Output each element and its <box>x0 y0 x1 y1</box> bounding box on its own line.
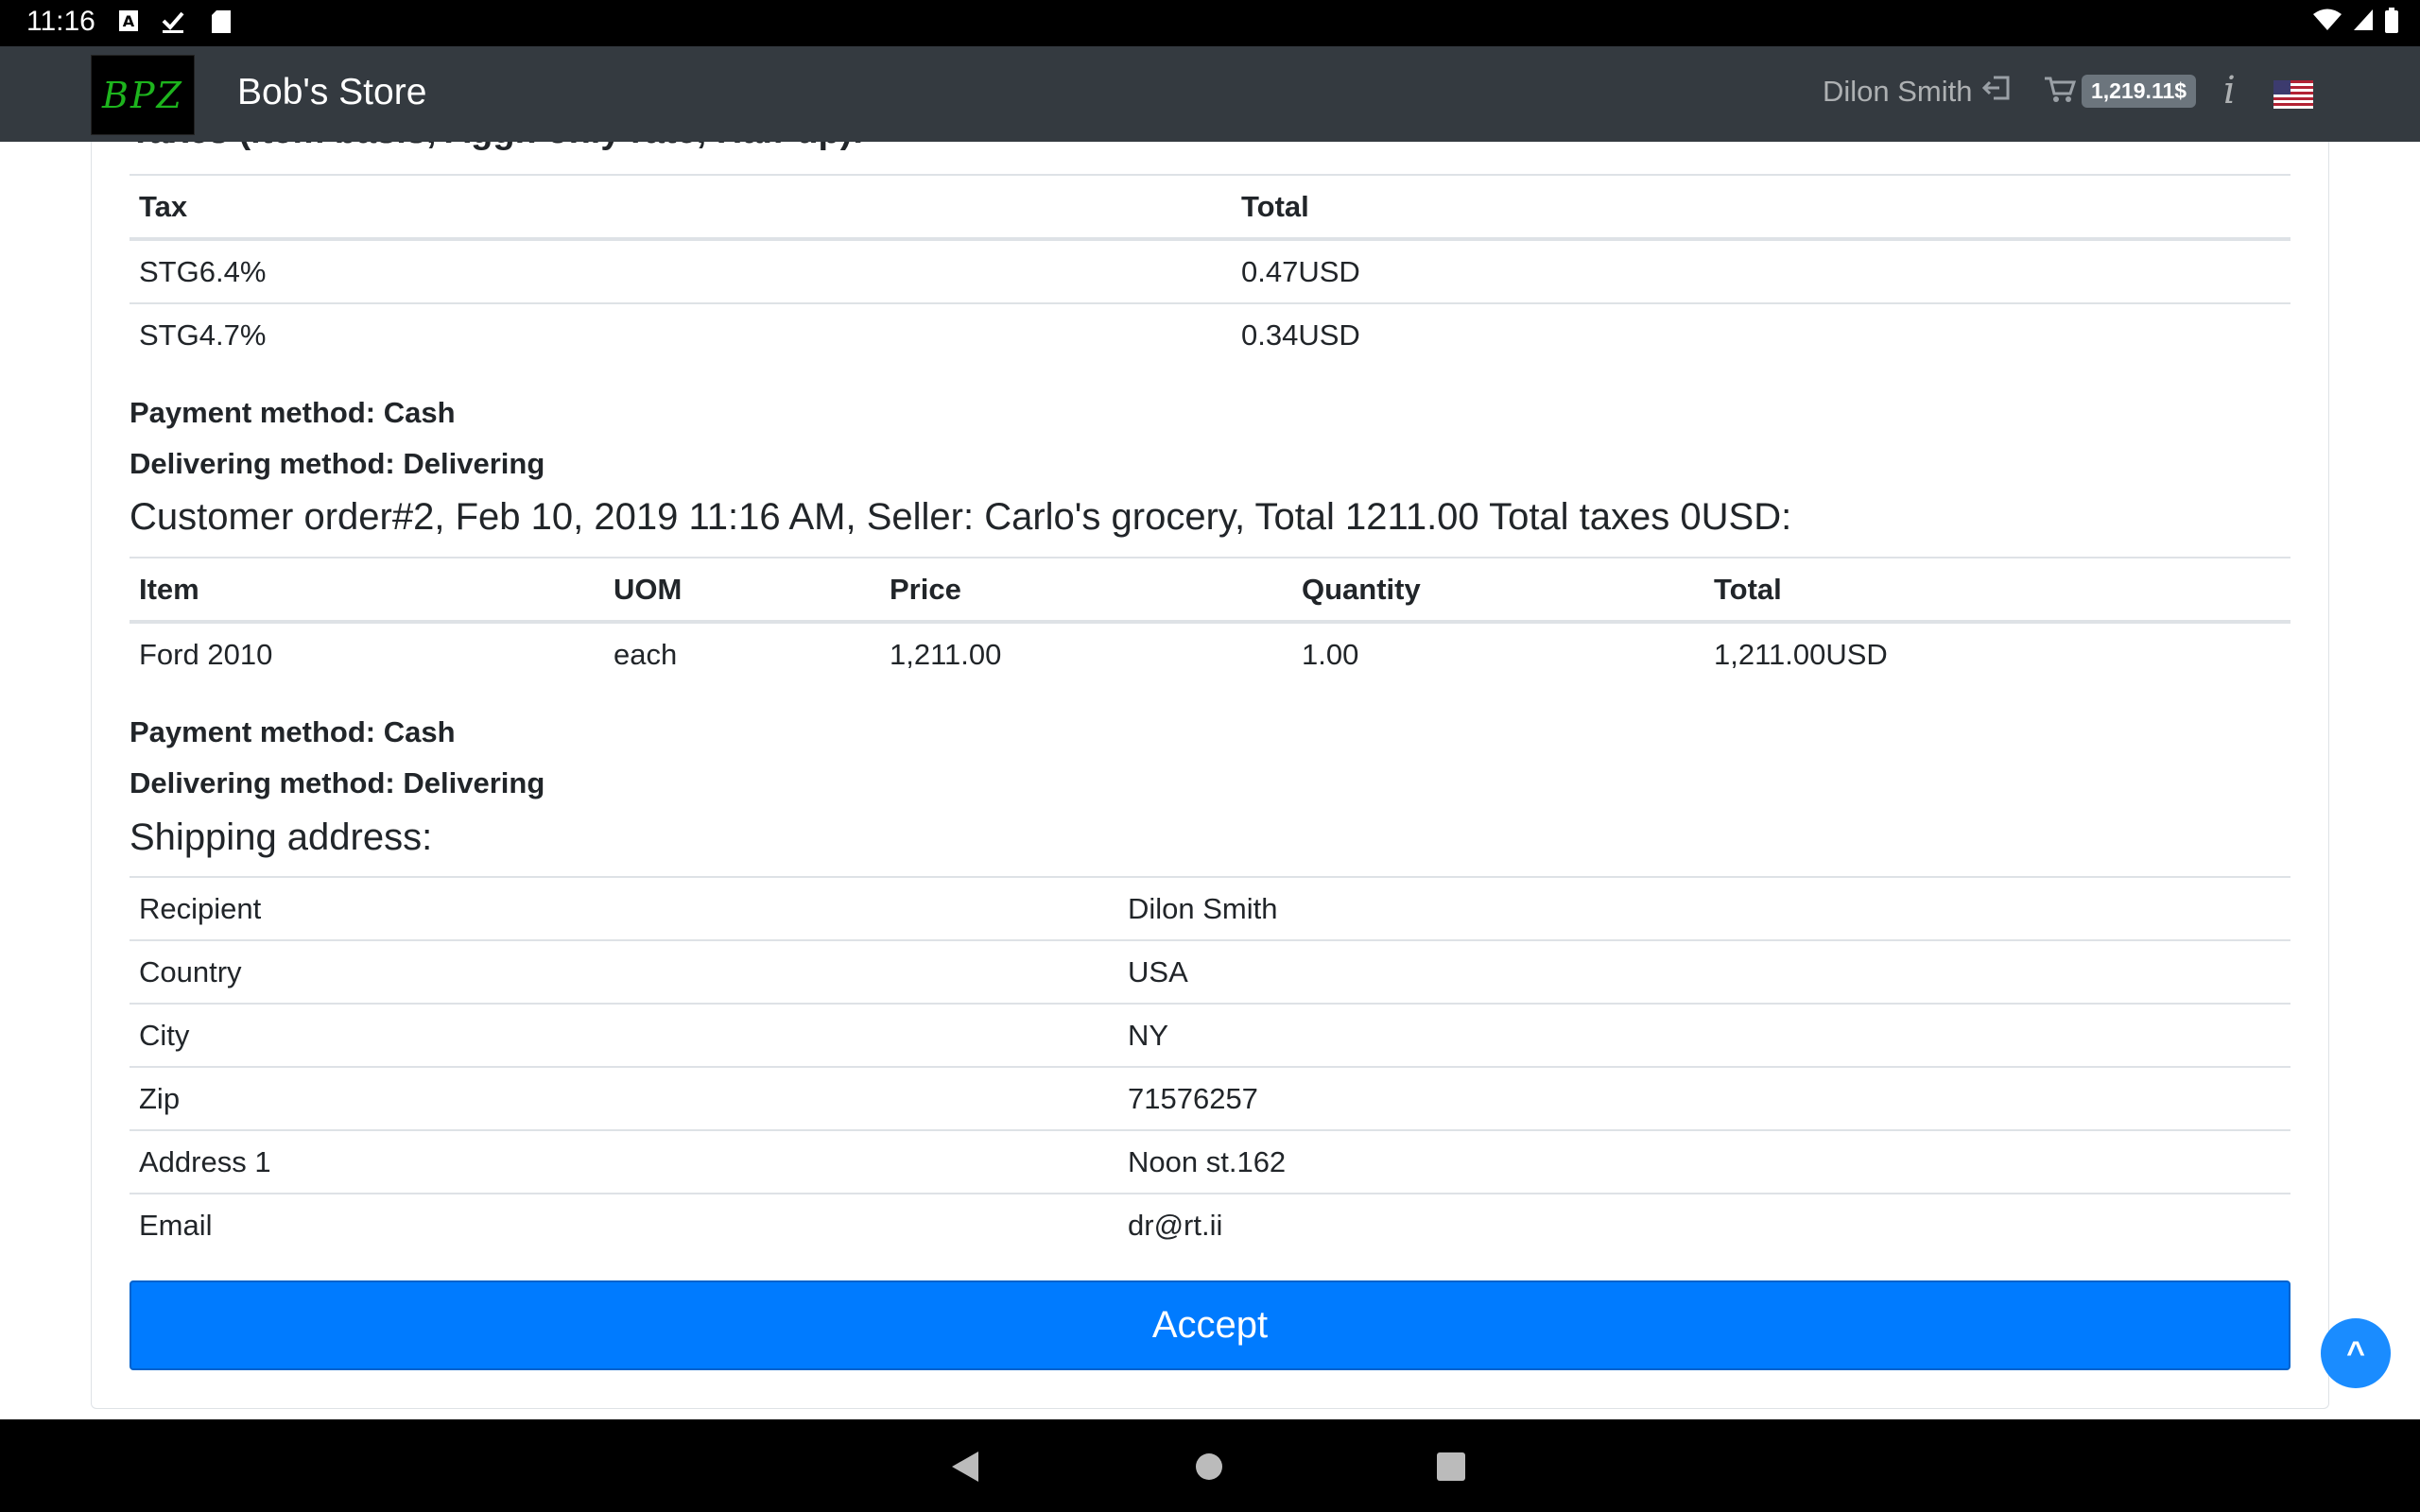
tax-total: 0.47USD <box>1232 238 2290 303</box>
delivering-method-1: Delivering method: Delivering <box>130 447 545 480</box>
tax-column-header: Tax <box>130 174 1232 241</box>
battery-icon <box>2384 8 2399 39</box>
item-name: Ford 2010 <box>130 621 604 685</box>
user-name: Dilon Smith <box>1823 75 1973 108</box>
store-brand[interactable]: Bob's Store <box>237 72 426 113</box>
user-menu[interactable]: Dilon Smith <box>1823 75 2011 109</box>
total-column-header: Total <box>1232 174 2290 241</box>
cart-button[interactable]: 1,219.11$ <box>2044 75 2197 108</box>
tax-total: 0.34USD <box>1232 302 2290 366</box>
payment-method-1: Payment method: Cash <box>130 396 456 429</box>
sd-card-icon <box>210 9 233 34</box>
shipping-label: Country <box>130 939 1118 1004</box>
item-uom: each <box>604 621 880 685</box>
total-column-header: Total <box>1704 557 2290 624</box>
shipping-value: Dilon Smith <box>1118 876 2290 940</box>
shipping-label: Email <box>130 1193 1118 1256</box>
shipping-title: Shipping address: <box>130 816 433 858</box>
order2-table: Item UOM Price Quantity Total Ford 2010 … <box>130 557 2290 685</box>
status-right-icons <box>2312 8 2399 39</box>
taxes-table: Tax Total STG6.4% 0.47USD STG4.7% 0.34US… <box>130 174 2290 366</box>
tax-name: STG6.4% <box>130 238 1232 303</box>
info-icon[interactable]: i <box>2223 69 2236 112</box>
shipping-value: NY <box>1118 1003 2290 1067</box>
status-time: 11:16 <box>26 6 95 37</box>
task-done-icon <box>161 9 184 34</box>
shipping-table: Recipient Dilon Smith Country USA City N… <box>130 876 2290 1256</box>
system-status-bar: 11:16 A <box>0 0 2420 46</box>
cart-icon <box>2044 75 2077 108</box>
order2-table-wrap: Item UOM Price Quantity Total Ford 2010 … <box>130 557 2290 685</box>
wifi-icon <box>2312 8 2342 39</box>
shipping-table-wrap: Recipient Dilon Smith Country USA City N… <box>130 876 2290 1256</box>
shipping-value: 71576257 <box>1118 1066 2290 1130</box>
table-row: Recipient Dilon Smith <box>130 876 2290 940</box>
home-icon[interactable] <box>1196 1453 1222 1480</box>
item-total: 1,211.00USD <box>1704 621 2290 685</box>
table-row: Ford 2010 each 1,211.00 1.00 1,211.00USD <box>130 621 2290 685</box>
price-column-header: Price <box>880 557 1292 624</box>
us-flag-icon[interactable] <box>2273 80 2313 109</box>
recent-apps-icon[interactable] <box>1437 1452 1465 1481</box>
tax-name: STG4.7% <box>130 302 1232 366</box>
svg-text:A: A <box>123 12 135 30</box>
item-quantity: 1.00 <box>1292 621 1704 685</box>
shipping-label: Address 1 <box>130 1129 1118 1194</box>
order2-title: Customer order#2, Feb 10, 2019 11:16 AM,… <box>130 496 1792 538</box>
item-price: 1,211.00 <box>880 621 1292 685</box>
table-row: Country USA <box>130 939 2290 1004</box>
shipping-value: USA <box>1118 939 2290 1004</box>
quantity-column-header: Quantity <box>1292 557 1704 624</box>
table-row: Zip 71576257 <box>130 1066 2290 1130</box>
uom-column-header: UOM <box>604 557 880 624</box>
shipping-label: City <box>130 1003 1118 1067</box>
delivering-method-2: Delivering method: Delivering <box>130 766 545 799</box>
table-row: City NY <box>130 1003 2290 1067</box>
payment-method-2: Payment method: Cash <box>130 715 456 748</box>
item-column-header: Item <box>130 557 604 624</box>
store-logo[interactable]: BPZ <box>91 55 195 135</box>
table-row: STG6.4% 0.47USD <box>130 238 2290 303</box>
table-row: Address 1 Noon st.162 <box>130 1129 2290 1194</box>
scroll-to-top-button[interactable]: ^ <box>2321 1318 2391 1388</box>
logout-icon[interactable] <box>1981 75 2011 109</box>
accept-button[interactable]: Accept <box>130 1280 2290 1370</box>
system-navigation-bar <box>0 1419 2420 1512</box>
table-row: Email dr@rt.ii <box>130 1193 2290 1256</box>
app-navbar: BPZ Bob's Store Dilon Smith 1,219.11$ i <box>0 46 2420 142</box>
shipping-value: dr@rt.ii <box>1118 1193 2290 1256</box>
shipping-label: Recipient <box>130 876 1118 940</box>
shipping-label: Zip <box>130 1066 1118 1130</box>
keyboard-notification-icon: A <box>117 9 140 34</box>
back-icon[interactable] <box>952 1452 978 1482</box>
cart-total-badge: 1,219.11$ <box>2082 75 2197 108</box>
taxes-table-wrap: Tax Total STG6.4% 0.47USD STG4.7% 0.34US… <box>130 174 2290 366</box>
table-row: STG4.7% 0.34USD <box>130 302 2290 366</box>
signal-icon <box>2352 8 2375 39</box>
shipping-value: Noon st.162 <box>1118 1129 2290 1194</box>
